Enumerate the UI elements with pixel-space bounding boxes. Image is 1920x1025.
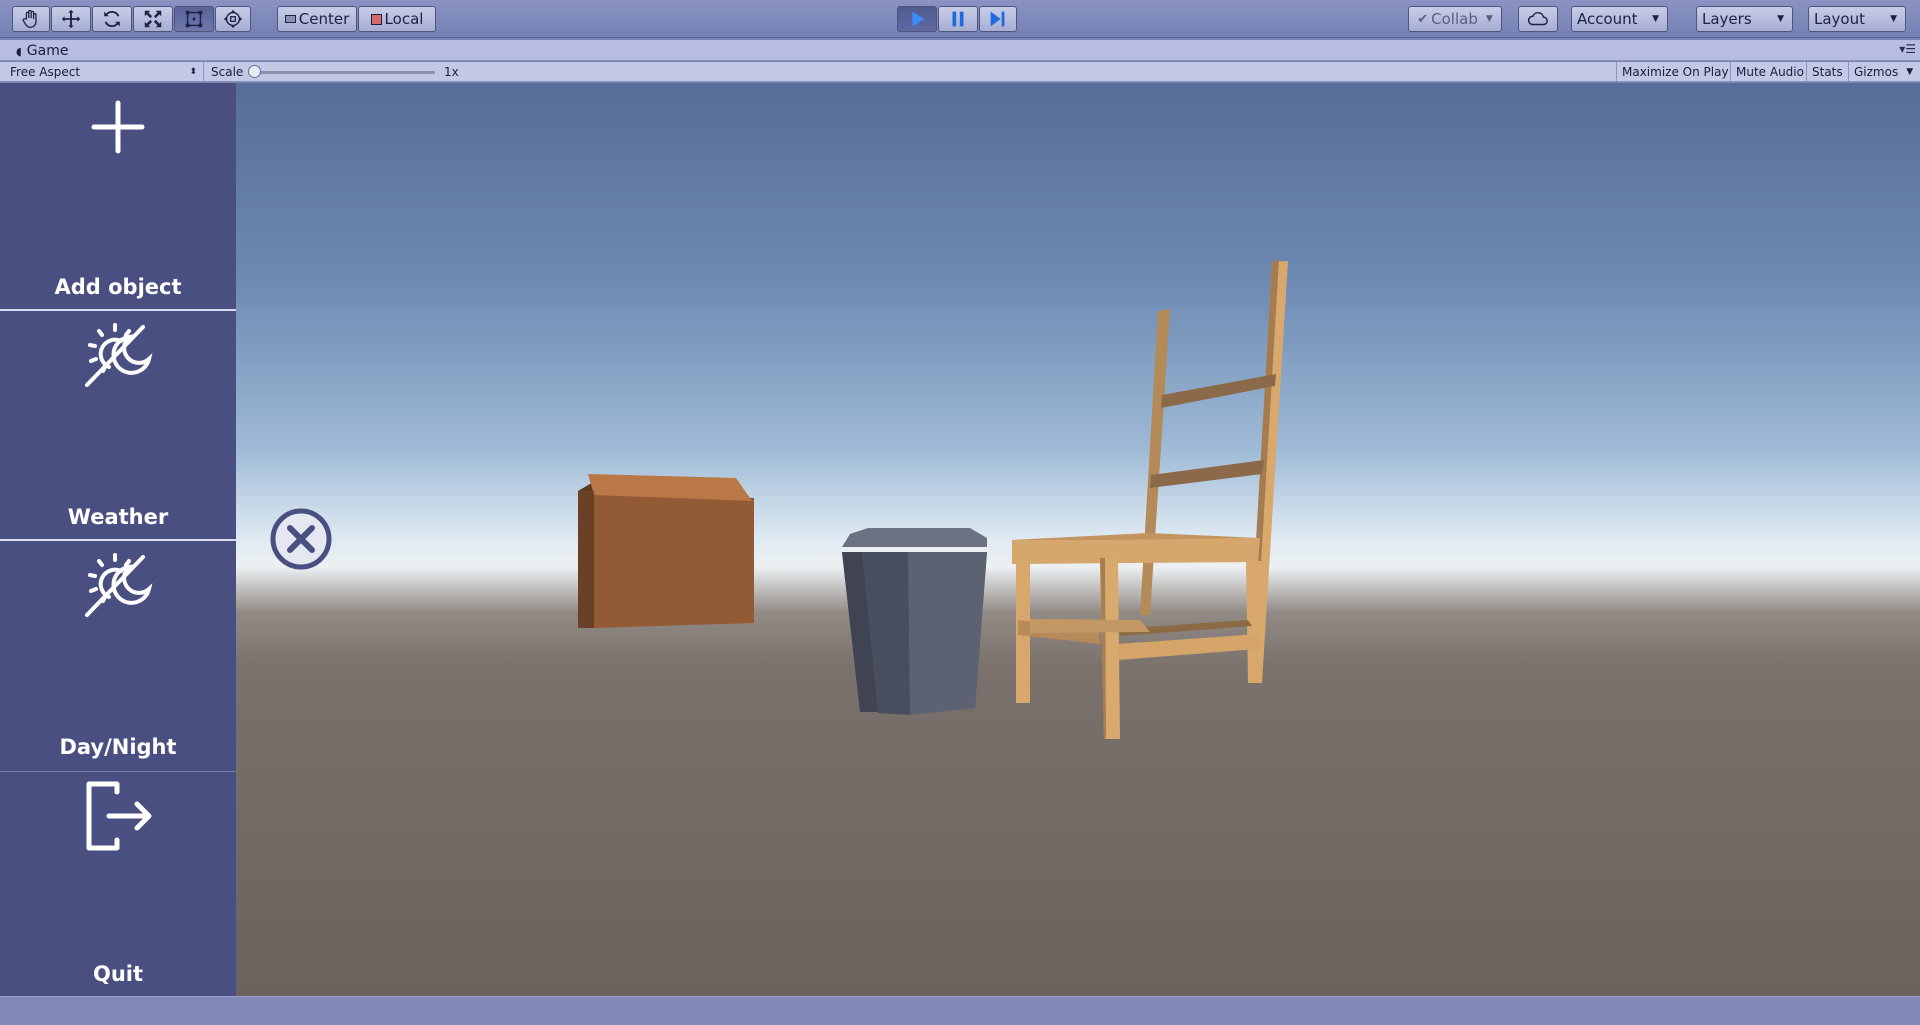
stats-toggle[interactable]: Stats (1806, 62, 1848, 82)
rotate-icon (104, 10, 120, 28)
space-label: Local (384, 10, 424, 28)
day-night-button[interactable]: Day/Night (0, 541, 236, 769)
layout-dropdown[interactable]: Layout ▼ (1808, 6, 1906, 32)
transform-tool-button[interactable] (215, 6, 251, 32)
rect-tool-button[interactable] (174, 6, 214, 32)
pivot-icon (284, 15, 296, 23)
sun-moon-icon (81, 319, 155, 391)
gizmos-label: Gizmos (1854, 65, 1899, 79)
step-button[interactable] (979, 6, 1017, 32)
hand-tool-button[interactable] (12, 6, 50, 32)
account-dropdown[interactable]: Account ▼ (1571, 6, 1668, 32)
sidebar: Add object Weather Day/Night Quit (0, 83, 236, 996)
scale-label: Scale (211, 65, 244, 79)
add-object-button[interactable]: Add object (0, 83, 236, 309)
game-view-bar: Free Aspect ⬍ Scale 1x Maximize On Play … (0, 62, 1920, 82)
aspect-label: Free Aspect (10, 65, 81, 79)
tab-game-label: Game (26, 43, 69, 59)
tab-menu-icon[interactable]: ▾☰ (1899, 42, 1916, 56)
scale-icon (144, 10, 162, 28)
chevron-updown-icon: ⬍ (189, 67, 197, 77)
layout-label: Layout (1814, 10, 1865, 28)
chevron-down-icon: ▼ (1906, 67, 1914, 77)
layers-label: Layers (1702, 10, 1752, 28)
status-bar (0, 996, 1920, 1025)
close-button[interactable] (270, 508, 332, 570)
scale-slider-handle[interactable] (248, 65, 261, 78)
plus-icon (90, 99, 146, 155)
play-icon (912, 11, 925, 27)
mute-audio-toggle[interactable]: Mute Audio (1730, 62, 1809, 82)
collab-label: Collab (1431, 10, 1478, 28)
quit-button[interactable]: Quit (0, 772, 236, 996)
step-icon (990, 11, 1005, 27)
maximize-on-play-toggle[interactable]: Maximize On Play (1616, 62, 1734, 82)
scale-value: 1x (444, 65, 459, 79)
cardboard-box[interactable] (578, 474, 754, 628)
cube-icon (370, 13, 382, 25)
layers-dropdown[interactable]: Layers ▼ (1696, 6, 1793, 32)
weather-label: Weather (67, 505, 169, 529)
scale-tool-button[interactable] (133, 6, 173, 32)
maximize-label: Maximize On Play (1622, 65, 1729, 79)
exit-icon (83, 780, 153, 852)
rotate-tool-button[interactable] (92, 6, 132, 32)
tab-game[interactable]: ◖ Game (8, 41, 76, 61)
stats-label: Stats (1812, 65, 1843, 79)
transform-all-icon (223, 9, 243, 29)
day-night-label: Day/Night (59, 735, 177, 759)
collab-button[interactable]: ✔ Collab ▼ (1408, 6, 1502, 32)
trash-bin[interactable] (842, 528, 987, 715)
move-icon (61, 9, 81, 29)
pivot-local-button[interactable]: Local (358, 6, 436, 32)
game-tab-bar: ◖ Game ▾☰ (0, 40, 1920, 61)
pause-icon (952, 11, 964, 27)
pivot-center-button[interactable]: Center (277, 6, 357, 32)
play-button[interactable] (897, 6, 937, 32)
gizmos-toggle[interactable]: Gizmos ▼ (1848, 62, 1918, 82)
wooden-chair[interactable] (1012, 259, 1288, 739)
main-toolbar: Center Local ✔ Collab ▼ Account ▼ Layers… (0, 0, 1920, 38)
move-tool-button[interactable] (51, 6, 91, 32)
sun-moon-icon (81, 549, 155, 621)
pivot-label: Center (298, 10, 350, 28)
game-controller-icon: ◖ (16, 44, 22, 58)
account-label: Account (1577, 10, 1638, 28)
close-icon (270, 508, 332, 570)
check-icon: ✔ (1417, 11, 1429, 27)
cloud-button[interactable] (1518, 6, 1558, 32)
hand-icon (22, 9, 37, 28)
quit-label: Quit (92, 962, 144, 986)
chevron-down-icon: ▼ (1652, 14, 1659, 24)
game-viewport[interactable]: Add object Weather Day/Night Quit (0, 83, 1920, 996)
mute-label: Mute Audio (1736, 65, 1804, 79)
chevron-down-icon: ▼ (1485, 14, 1493, 24)
cloud-icon (1527, 11, 1548, 26)
aspect-dropdown[interactable]: Free Aspect ⬍ (0, 62, 204, 82)
scale-slider-track[interactable] (255, 71, 435, 74)
weather-button[interactable]: Weather (0, 311, 236, 539)
pause-button[interactable] (938, 6, 978, 32)
rect-transform-icon (185, 10, 203, 28)
chevron-down-icon: ▼ (1890, 14, 1897, 24)
chevron-down-icon: ▼ (1777, 14, 1784, 24)
add-object-label: Add object (54, 275, 182, 299)
